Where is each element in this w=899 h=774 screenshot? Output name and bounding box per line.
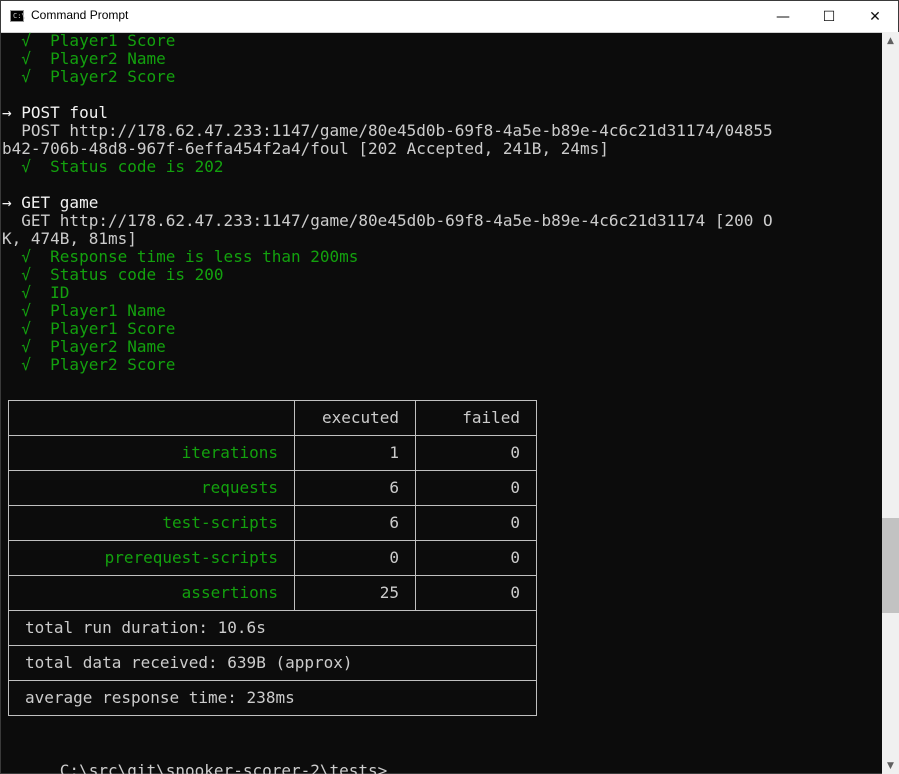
console-line: b42-706b-48d8-967f-6effa454f2a4/foul [20… bbox=[2, 139, 609, 158]
summary-row-executed: 25 bbox=[294, 575, 416, 611]
summary-row-executed: 1 bbox=[294, 435, 416, 471]
summary-row-failed: 0 bbox=[415, 505, 537, 541]
console-line: √ Status code is 200 bbox=[2, 265, 224, 284]
summary-footer-text: average response time: 238ms bbox=[8, 680, 537, 716]
console-line: → GET game bbox=[2, 193, 99, 212]
console-line: GET http://178.62.47.233:1147/game/80e45… bbox=[2, 211, 773, 230]
summary-row-executed: 0 bbox=[294, 540, 416, 576]
console-line: √ Player2 Name bbox=[2, 49, 166, 68]
summary-row-label: prerequest-scripts bbox=[8, 540, 295, 576]
maximize-button[interactable]: ☐ bbox=[806, 1, 852, 32]
summary-header-row: executed failed bbox=[8, 400, 537, 436]
summary-row: assertions 25 0 bbox=[8, 575, 537, 611]
vertical-scrollbar[interactable]: ▲ ▼ bbox=[882, 32, 899, 774]
summary-row: requests 6 0 bbox=[8, 470, 537, 506]
summary-row-label: test-scripts bbox=[8, 505, 295, 541]
console-line: POST http://178.62.47.233:1147/game/80e4… bbox=[2, 121, 773, 140]
console-line: √ ID bbox=[2, 283, 70, 302]
window-title: Command Prompt bbox=[31, 8, 129, 22]
console-line: √ Player1 Name bbox=[2, 301, 166, 320]
console-line: √ Player1 Score bbox=[2, 32, 176, 50]
command-prompt-line[interactable]: C:\src\git\snooker-scorer-2\tests> bbox=[2, 744, 399, 774]
summary-row-failed: 0 bbox=[415, 470, 537, 506]
console-line: √ Player1 Score bbox=[2, 319, 176, 338]
summary-row-executed: 6 bbox=[294, 505, 416, 541]
console-line: √ Response time is less than 200ms bbox=[2, 247, 359, 266]
console-line: K, 474B, 81ms] bbox=[2, 229, 137, 248]
summary-row: iterations 1 0 bbox=[8, 435, 537, 471]
summary-row-executed: 6 bbox=[294, 470, 416, 506]
console-line: √ Player2 Score bbox=[2, 355, 176, 374]
executed-header: executed bbox=[294, 400, 416, 436]
minimize-button[interactable]: — bbox=[760, 1, 806, 32]
summary-row-failed: 0 bbox=[415, 575, 537, 611]
summary-row-label: assertions bbox=[8, 575, 295, 611]
summary-footer-row: total run duration: 10.6s bbox=[8, 610, 537, 646]
summary-footer-row: average response time: 238ms bbox=[8, 680, 537, 716]
title-bar[interactable]: C:\ Command Prompt — ☐ ✕ bbox=[1, 1, 898, 33]
scroll-up-arrow-icon[interactable]: ▲ bbox=[882, 32, 899, 49]
scrollbar-thumb[interactable] bbox=[882, 518, 899, 613]
console-line: √ Player2 Score bbox=[2, 67, 176, 86]
prompt-path: C:\src\git\snooker-scorer-2\tests> bbox=[59, 761, 388, 774]
summary-header-blank bbox=[8, 400, 295, 436]
summary-row-failed: 0 bbox=[415, 435, 537, 471]
console-line: √ Player2 Name bbox=[2, 337, 166, 356]
summary-footer-text: total run duration: 10.6s bbox=[8, 610, 537, 646]
summary-row-failed: 0 bbox=[415, 540, 537, 576]
console-output[interactable]: √ Player1 Score √ Player2 Name √ Player2… bbox=[2, 32, 882, 774]
console-line: → POST foul bbox=[2, 103, 108, 122]
newman-summary-table: executed failed iterations 1 0 requests 6 0 te… bbox=[8, 400, 537, 716]
console-line: √ Status code is 202 bbox=[2, 157, 224, 176]
console-app-icon[interactable]: C:\ bbox=[10, 10, 26, 22]
close-button[interactable]: ✕ bbox=[852, 1, 898, 32]
summary-row: test-scripts 6 0 bbox=[8, 505, 537, 541]
summary-footer-text: total data received: 639B (approx) bbox=[8, 645, 537, 681]
summary-row-label: iterations bbox=[8, 435, 295, 471]
summary-row: prerequest-scripts 0 0 bbox=[8, 540, 537, 576]
failed-header: failed bbox=[415, 400, 537, 436]
scroll-down-arrow-icon[interactable]: ▼ bbox=[882, 757, 899, 774]
summary-row-label: requests bbox=[8, 470, 295, 506]
command-prompt-window: C:\ Command Prompt — ☐ ✕ √ Player1 Score… bbox=[0, 0, 899, 774]
summary-footer-row: total data received: 639B (approx) bbox=[8, 645, 537, 681]
